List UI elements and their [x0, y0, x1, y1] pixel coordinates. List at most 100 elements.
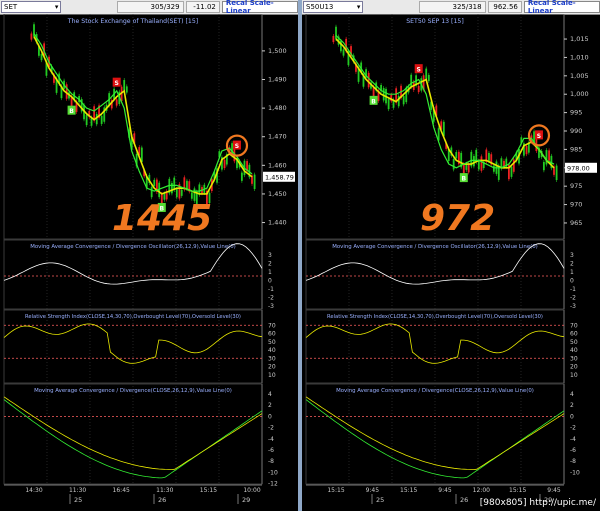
price-tick-label: 1,005 — [570, 72, 589, 80]
price-tick-label: 1,010 — [570, 53, 589, 61]
macd-oscillator-pane-frame — [305, 239, 565, 310]
time-label: 15:15 — [327, 487, 344, 494]
rsi-tick-label: 10 — [268, 372, 276, 379]
signal-label: S — [537, 133, 541, 140]
candlestick — [335, 26, 337, 40]
oscillator-tick-label: 2 — [268, 261, 272, 268]
macd-tick-label: 4 — [268, 391, 272, 398]
macd-tick-label: -8 — [570, 458, 576, 465]
candlestick — [40, 53, 43, 61]
time-label: 15:15 — [200, 487, 217, 494]
signal-label: S — [235, 143, 239, 150]
price-tick-label: 985 — [570, 145, 582, 153]
price-tick-label: 1,450 — [268, 190, 287, 198]
time-label: 14:30 — [25, 487, 42, 494]
time-label: 16:45 — [113, 487, 130, 494]
change-field: -11.02 — [185, 1, 220, 13]
price-tick-label: 1,470 — [268, 133, 287, 141]
candlestick — [492, 165, 495, 172]
candlestick — [452, 159, 455, 170]
left-chart-panel: SET ▾ 305/329 -11.02 Recal Scale-Linear T… — [0, 0, 298, 511]
macd-tick-label: -12 — [268, 481, 278, 488]
day-label: 25 — [74, 496, 82, 504]
candlestick — [542, 161, 545, 171]
macd-title: Moving Average Convergence / Divergence(… — [34, 388, 232, 394]
recal-scale-button[interactable]: Recal Scale-Linear — [523, 0, 600, 15]
candlestick — [545, 150, 548, 165]
macd-tick-label: -4 — [268, 436, 274, 443]
rsi-tick-label: 50 — [570, 339, 578, 346]
time-label: 11:30 — [69, 487, 86, 494]
rsi-title: Relative Strength Index(CLOSE,14,30,70),… — [327, 314, 543, 320]
symbol-selector[interactable]: SET ▾ — [1, 1, 62, 13]
candlestick — [123, 80, 126, 91]
price-tick-label: 1,460 — [268, 161, 287, 169]
price-tick-label: 995 — [570, 109, 582, 117]
price-tick-label: 1,440 — [268, 219, 287, 227]
oscillator-tick-label: -3 — [268, 303, 274, 310]
price-tick-label: 1,000 — [570, 90, 589, 98]
symbol-value: S50U13 — [306, 3, 334, 11]
oscillator-tick-label: -3 — [570, 303, 576, 310]
signal-label: B — [462, 176, 467, 183]
candlestick — [253, 174, 256, 190]
candlestick — [382, 88, 385, 101]
macd-tick-label: 4 — [570, 391, 574, 398]
oscillator-tick-label: 3 — [268, 252, 272, 259]
candlestick — [180, 189, 183, 196]
price-chart-title: The Stock Exchange of Thailand(SET) [15] — [67, 18, 198, 25]
macd-tick-label: -4 — [570, 436, 576, 443]
rsi-title: Relative Strength Index(CLOSE,14,30,70),… — [25, 314, 241, 320]
rsi-tick-label: 70 — [570, 322, 578, 329]
candlestick — [510, 166, 513, 177]
macd-tick-label: -2 — [268, 425, 274, 432]
oscillator-tick-label: 1 — [268, 269, 272, 276]
candlestick — [402, 96, 405, 105]
day-label: 26 — [158, 496, 166, 504]
chart-area[interactable]: The Stock Exchange of Thailand(SET) [15]… — [0, 14, 298, 511]
macd-tick-label: -8 — [268, 458, 274, 465]
candlestick — [455, 152, 458, 159]
right-chart-panel: S50U13 ▾ 325/318 962.56 Recal Scale-Linea… — [302, 0, 600, 511]
count-field: 305/329 — [117, 1, 184, 13]
candlestick — [467, 164, 470, 173]
macd-tick-label: -2 — [570, 425, 576, 432]
candlestick — [425, 68, 428, 79]
candlestick — [548, 150, 550, 161]
oscillator-tick-label: 0 — [570, 278, 574, 285]
symbol-selector[interactable]: S50U13 ▾ — [303, 1, 364, 13]
candlestick — [427, 74, 430, 82]
oscillator-tick-label: 3 — [570, 252, 574, 259]
macd-tick-label: -6 — [570, 447, 576, 454]
signal-label: B — [371, 98, 376, 105]
day-label: 25 — [376, 496, 384, 504]
candlestick — [555, 165, 558, 181]
macd-tick-label: -10 — [268, 469, 278, 476]
macd-tick-label: 0 — [570, 413, 574, 420]
signal-label: S — [115, 80, 119, 87]
oscillator-tick-label: -1 — [268, 286, 274, 293]
candlestick — [175, 188, 178, 198]
oscillator-tick-label: -2 — [570, 295, 576, 302]
time-label: 15:15 — [509, 487, 526, 494]
price-chart-title: SET50 SEP 13 [15] — [406, 18, 464, 25]
candlestick — [153, 179, 156, 186]
rsi-tick-label: 40 — [268, 347, 276, 354]
last-price-label: 1,458.79 — [265, 173, 294, 181]
rsi-tick-label: 70 — [268, 322, 276, 329]
candlestick — [410, 74, 413, 88]
macd-tick-label: -10 — [570, 469, 580, 476]
macd-tick-label: -6 — [268, 447, 274, 454]
symbol-value: SET — [4, 3, 18, 11]
change-field: 962.56 — [487, 1, 522, 13]
candlestick — [30, 33, 33, 40]
chevron-down-icon: ▾ — [356, 3, 361, 11]
candlestick — [240, 172, 243, 181]
candlestick — [332, 35, 335, 43]
recal-scale-button[interactable]: Recal Scale-Linear — [221, 0, 298, 15]
chart-area[interactable]: SET50 SEP 13 [15] Moving Average Converge… — [302, 14, 600, 511]
time-label: 9:45 — [438, 487, 452, 494]
rsi-tick-label: 40 — [570, 347, 578, 354]
oscillator-tick-label: 0 — [268, 278, 272, 285]
candlestick — [488, 152, 490, 162]
